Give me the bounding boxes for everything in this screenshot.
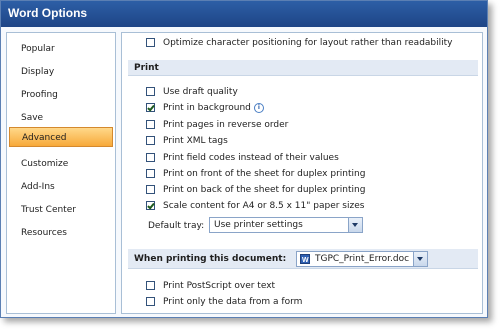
sidebar-item-display[interactable]: Display <box>9 62 113 82</box>
sidebar-item-popular[interactable]: Popular <box>9 39 113 59</box>
option-label: Scale content for A4 or 8.5 x 11" paper … <box>163 201 365 211</box>
chevron-down-icon[interactable] <box>413 252 427 266</box>
option-label: Print PostScript over text <box>163 281 276 291</box>
option-label: Print in background <box>163 103 251 113</box>
when-printing-label: When printing this document: <box>134 254 287 264</box>
document-selector-dropdown[interactable]: TGPC_Print_Error.doc <box>296 251 428 268</box>
sidebar-item-save[interactable]: Save <box>9 108 113 128</box>
option-label: Print only the data from a form <box>163 297 303 307</box>
word-document-icon <box>300 254 310 268</box>
option-label: Print pages in reverse order <box>163 120 289 130</box>
option-label: Print XML tags <box>163 136 228 146</box>
title-bar: Word Options <box>1 1 487 27</box>
window-title: Word Options <box>8 6 88 20</box>
checkbox-checked[interactable] <box>146 201 155 210</box>
checkbox[interactable] <box>146 169 155 178</box>
document-name: TGPC_Print_Error.doc <box>315 254 410 264</box>
section-header-print: Print <box>128 60 478 76</box>
checkbox[interactable] <box>146 38 155 47</box>
checkbox[interactable] <box>146 87 155 96</box>
sidebar-item-customize[interactable]: Customize <box>9 154 113 174</box>
option-label: Print on front of the sheet for duplex p… <box>163 169 366 179</box>
checkbox[interactable] <box>146 297 155 306</box>
word-options-window: Word Options Popular Display Proofing Sa… <box>0 0 488 318</box>
checkbox[interactable] <box>146 120 155 129</box>
options-content: Optimize character positioning for layou… <box>121 32 483 314</box>
checkbox[interactable] <box>146 185 155 194</box>
sidebar: Popular Display Proofing Save Advanced C… <box>6 32 116 314</box>
sidebar-item-proofing[interactable]: Proofing <box>9 85 113 105</box>
default-tray-label: Default tray: <box>148 221 205 231</box>
sidebar-item-resources[interactable]: Resources <box>9 223 113 243</box>
chevron-down-icon[interactable] <box>348 218 362 232</box>
checkbox-checked[interactable] <box>146 103 155 112</box>
checkbox[interactable] <box>146 281 155 290</box>
option-label: Print field codes instead of their value… <box>163 153 339 163</box>
option-label: Optimize character positioning for layou… <box>163 38 453 48</box>
option-label: Use draft quality <box>163 87 238 97</box>
default-tray-value: Use printer settings <box>214 220 303 230</box>
checkbox[interactable] <box>146 136 155 145</box>
sidebar-item-add-ins[interactable]: Add-Ins <box>9 177 113 197</box>
sidebar-item-advanced[interactable]: Advanced <box>9 127 113 147</box>
sidebar-item-trust-center[interactable]: Trust Center <box>9 200 113 220</box>
default-tray-dropdown[interactable]: Use printer settings <box>209 217 363 233</box>
info-icon[interactable]: i <box>253 102 264 113</box>
option-label: Print on back of the sheet for duplex pr… <box>163 185 366 195</box>
checkbox[interactable] <box>146 153 155 162</box>
